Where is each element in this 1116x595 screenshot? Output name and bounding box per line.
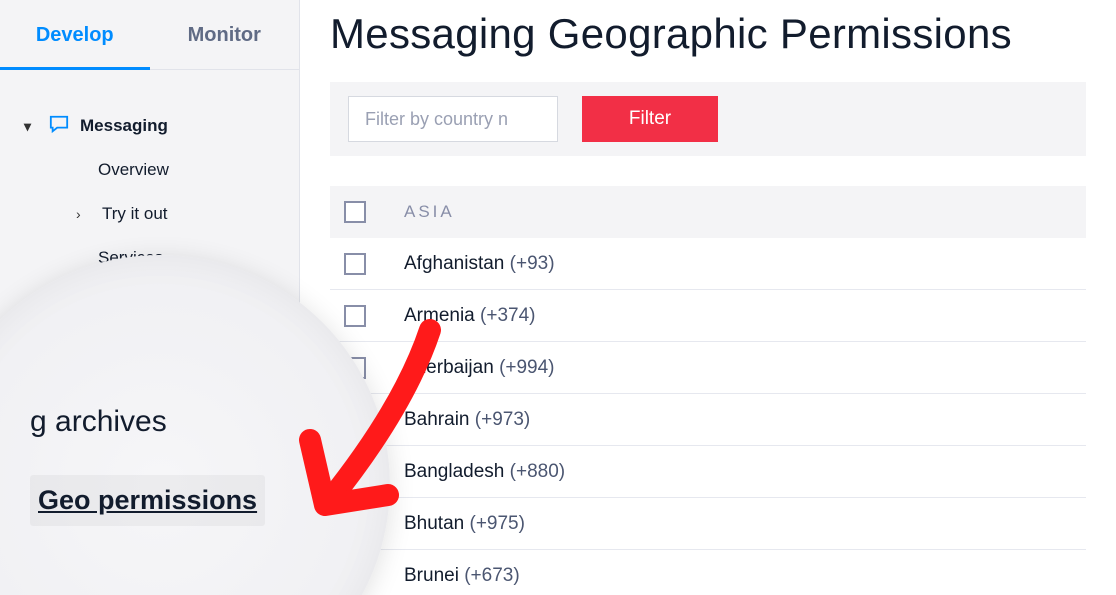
sidebar-item-tryit[interactable]: › Try it out	[0, 192, 299, 236]
region-label: ASIA	[404, 202, 455, 222]
country-code: (+673)	[464, 565, 519, 586]
region-header: ASIA	[330, 186, 1086, 238]
country-code: (+93)	[510, 253, 555, 274]
filter-bar: Filter	[330, 82, 1086, 156]
filter-button[interactable]: Filter	[582, 96, 718, 142]
annotation-arrow-icon	[260, 320, 480, 550]
table-row: Brunei (+673)	[330, 550, 1086, 595]
country-name: Brunei (+673)	[404, 565, 520, 587]
chevron-right-icon: ›	[76, 206, 94, 222]
country-code: (+994)	[499, 357, 554, 378]
country-code: (+374)	[480, 305, 535, 326]
country-checkbox[interactable]	[344, 253, 366, 275]
chevron-down-icon: ▾	[24, 118, 42, 135]
sidebar-item-label: Overview	[98, 160, 169, 180]
sidebar-item-log-archives[interactable]: g archives	[30, 405, 265, 439]
sidebar-tabs: Develop Monitor	[0, 0, 299, 70]
country-code: (+973)	[475, 409, 530, 430]
sidebar-item-label: Try it out	[102, 204, 168, 224]
country-name: Afghanistan (+93)	[404, 253, 555, 275]
table-row: Afghanistan (+93)	[330, 238, 1086, 290]
sidebar-section-messaging[interactable]: ▾ Messaging	[0, 104, 299, 148]
sidebar-item-geo-permissions[interactable]: Geo permissions	[30, 475, 265, 526]
sidebar: Develop Monitor ▾ Messaging Overview › T…	[0, 0, 300, 595]
sidebar-section-label: Messaging	[80, 116, 168, 136]
page-title: Messaging Geographic Permissions	[330, 10, 1086, 58]
filter-input[interactable]	[348, 96, 558, 142]
tab-monitor[interactable]: Monitor	[150, 0, 300, 70]
select-all-checkbox[interactable]	[344, 201, 366, 223]
chat-icon	[48, 114, 70, 139]
sidebar-item-overview[interactable]: Overview	[0, 148, 299, 192]
tab-develop[interactable]: Develop	[0, 0, 150, 70]
country-code: (+880)	[510, 461, 565, 482]
